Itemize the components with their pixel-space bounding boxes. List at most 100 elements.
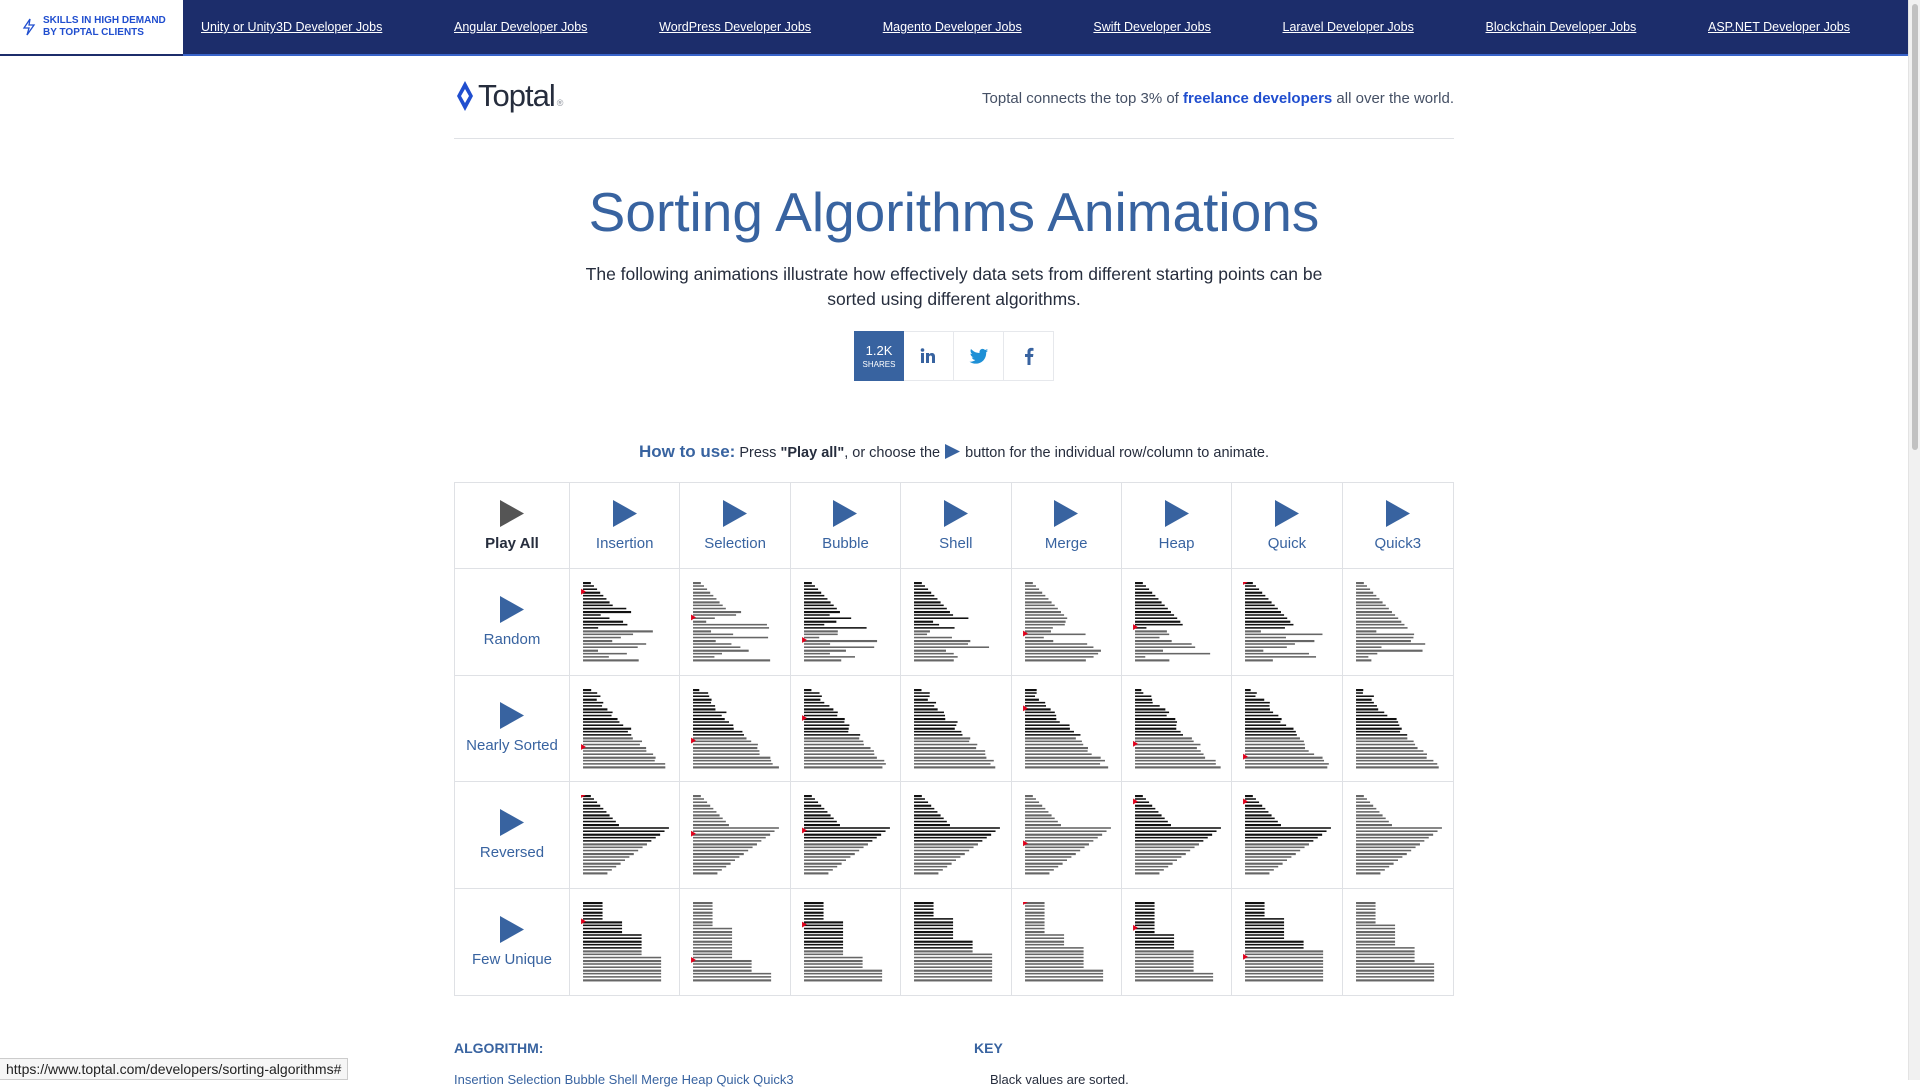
sort-animation-cell[interactable]: [1121, 782, 1233, 889]
sort-animation-cell[interactable]: [1342, 569, 1453, 676]
job-link-unity[interactable]: Unity or Unity3D Developer Jobs: [201, 20, 382, 34]
sort-animation-cell[interactable]: [680, 888, 791, 995]
sort-animation-cell[interactable]: [570, 569, 681, 676]
play-all-button[interactable]: Play All: [455, 483, 570, 569]
column-play-button-quick[interactable]: Quick: [1232, 483, 1343, 569]
sort-bar: [1245, 746, 1306, 749]
sort-bar: [583, 801, 598, 804]
job-link-swift[interactable]: Swift Developer Jobs: [1093, 20, 1210, 34]
sort-animation-cell[interactable]: [1342, 782, 1453, 889]
column-play-button-shell[interactable]: Shell: [901, 483, 1012, 569]
sort-bar: [1355, 940, 1395, 943]
sort-bar: [693, 749, 760, 752]
sort-animation-cell[interactable]: [1232, 569, 1343, 676]
sort-animation-cell[interactable]: [1232, 782, 1343, 889]
sort-animation-cell[interactable]: [570, 675, 681, 782]
sort-bar: [1134, 933, 1174, 936]
sort-bar: [1024, 736, 1076, 739]
job-link-magento[interactable]: Magento Developer Jobs: [883, 20, 1022, 34]
row-play-button-reversed[interactable]: Reversed: [455, 782, 570, 889]
sort-animation-cell[interactable]: [1232, 888, 1343, 995]
sort-bar: [914, 610, 951, 614]
sort-animation-cell[interactable]: [901, 782, 1012, 889]
scrollbar-thumb[interactable]: [1912, 4, 1918, 450]
sort-animation-cell[interactable]: [680, 675, 791, 782]
sort-bar: [1024, 759, 1105, 761]
linkedin-share-button[interactable]: [904, 331, 954, 381]
sort-bar: [914, 933, 954, 936]
sort-animation-cell[interactable]: [680, 782, 791, 889]
freelance-developers-link[interactable]: freelance developers: [1183, 90, 1332, 107]
sort-animation-cell[interactable]: [790, 569, 902, 676]
sort-bar: [583, 946, 642, 949]
sort-bar: [693, 869, 723, 871]
sort-bar: [583, 749, 647, 752]
column-play-button-merge[interactable]: Merge: [1011, 483, 1122, 569]
sort-bar: [1355, 978, 1434, 981]
job-link-aspnet[interactable]: ASP.NET Developer Jobs: [1708, 20, 1850, 34]
sort-animation-cell[interactable]: [1122, 888, 1233, 995]
row-play-button-nearly-sorted[interactable]: Nearly Sorted: [455, 675, 570, 782]
sort-bar: [583, 639, 613, 643]
twitter-share-button[interactable]: [954, 331, 1004, 381]
sort-bar: [803, 714, 838, 716]
sort-bar: [914, 639, 971, 643]
sort-animation-cell[interactable]: [570, 888, 681, 995]
sort-animation-cell[interactable]: [791, 888, 902, 995]
sort-animation-cell[interactable]: [1011, 569, 1122, 676]
job-link-blockchain[interactable]: Blockchain Developer Jobs: [1486, 20, 1637, 34]
sort-animation-cell[interactable]: [1012, 888, 1122, 995]
sort-animation-cell[interactable]: [570, 782, 681, 889]
sort-animation-cell[interactable]: [1011, 675, 1122, 782]
job-link-wordpress[interactable]: WordPress Developer Jobs: [659, 20, 811, 34]
sort-bar: [803, 946, 843, 949]
sort-animation-cell[interactable]: [790, 675, 902, 782]
sort-animation-cell[interactable]: [901, 569, 1012, 676]
sort-bar: [1355, 614, 1395, 616]
tagline: Toptal connects the top 3% of freelance …: [982, 90, 1454, 107]
column-play-button-bubble[interactable]: Bubble: [790, 483, 902, 569]
sort-bar: [914, 859, 957, 861]
skills-badge-text: SKILLS IN HIGH DEMAND BY TOPTAL CLIENTS: [43, 15, 166, 38]
sort-bar: [803, 801, 818, 804]
job-link-laravel[interactable]: Laravel Developer Jobs: [1283, 20, 1414, 34]
sort-animation-cell[interactable]: [790, 782, 902, 889]
row-play-button-random[interactable]: Random: [455, 569, 570, 676]
sort-animation-cell[interactable]: [680, 569, 791, 676]
sort-bar: [1134, 859, 1177, 861]
row-play-button-few-unique[interactable]: Few Unique: [455, 888, 570, 995]
sort-bar: [693, 865, 727, 868]
sort-bar: [1355, 740, 1414, 742]
vertical-scrollbar[interactable]: [1908, 0, 1920, 1080]
sort-bar: [1245, 940, 1304, 943]
sort-animation-cell[interactable]: [1011, 782, 1122, 889]
column-play-button-insertion[interactable]: Insertion: [570, 483, 681, 569]
column-play-button-quick3[interactable]: Quick3: [1342, 483, 1453, 569]
sort-bar: [583, 694, 601, 697]
facebook-share-button[interactable]: [1004, 331, 1054, 381]
sort-animation-cell[interactable]: [1232, 675, 1343, 782]
sort-bar: [583, 852, 634, 856]
sort-bar: [693, 924, 713, 926]
column-play-button-selection[interactable]: Selection: [680, 483, 791, 569]
sort-animation-cell[interactable]: [1121, 675, 1233, 782]
sort-bar: [1245, 833, 1323, 836]
sort-bar: [1245, 749, 1309, 752]
column-play-button-heap[interactable]: Heap: [1121, 483, 1233, 569]
sort-bar: [914, 917, 954, 920]
toptal-logo[interactable]: Toptal ®: [454, 78, 563, 114]
sort-bar: [1024, 714, 1056, 716]
sort-animation-cell[interactable]: [901, 888, 1012, 995]
sort-bar: [1355, 746, 1418, 749]
sort-bar: [914, 975, 993, 978]
sort-bar: [1024, 817, 1055, 820]
sort-animation-cell[interactable]: [1343, 889, 1453, 996]
play-icon: [612, 499, 637, 527]
sort-animation-cell[interactable]: [1342, 676, 1453, 782]
sort-bar: [693, 795, 702, 798]
sort-bar: [1134, 633, 1170, 636]
sort-animation-cell[interactable]: [901, 675, 1012, 782]
job-link-angular[interactable]: Angular Developer Jobs: [454, 20, 587, 34]
sort-animation-cell[interactable]: [1121, 569, 1233, 676]
sort-bar: [803, 643, 830, 645]
